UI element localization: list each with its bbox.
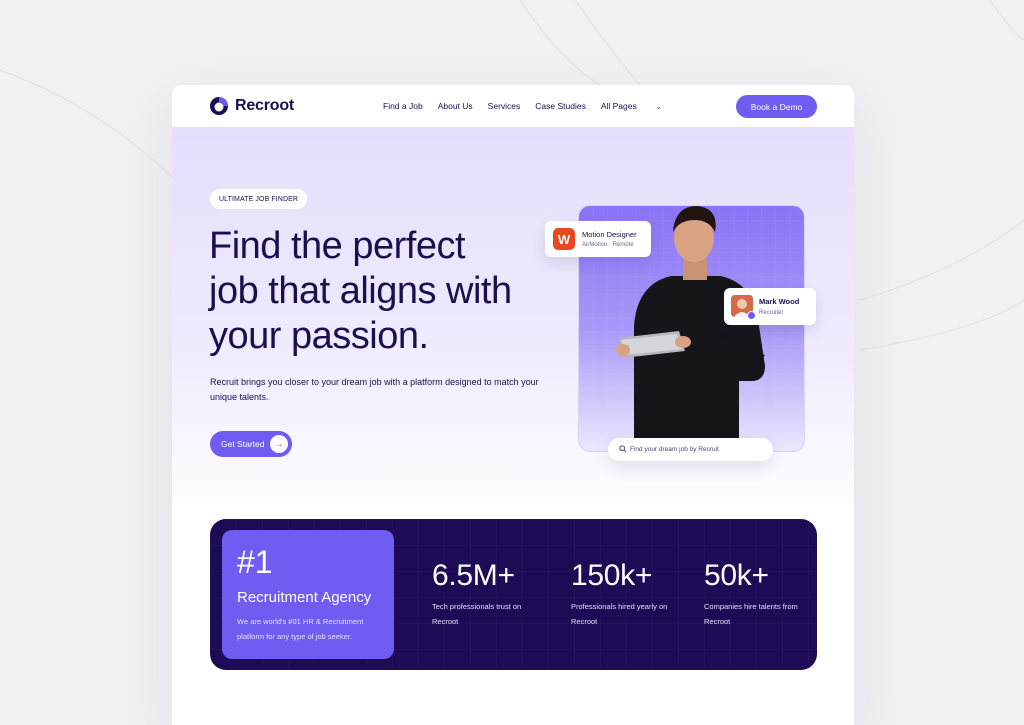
recruiter-name: Mark Wood (759, 297, 800, 306)
stat-label: Professionals hired yearly on Recroot (571, 602, 668, 626)
hero-headline: Find the perfect job that aligns with yo… (209, 224, 549, 359)
nav-all-pages-label: All Pages (600, 101, 637, 111)
recruiter-card[interactable]: Mark Wood Recruiter (724, 288, 816, 325)
nav-all-pages[interactable]: All Pages ⌄ (601, 101, 677, 111)
brand-name: Recroot (235, 97, 295, 114)
stat-value: 50k+ (704, 559, 769, 592)
job-title: Motion Designer (582, 230, 637, 239)
stat-label: Tech professionals trust on Recroot (432, 602, 522, 626)
airmotion-logo-icon: W (553, 228, 575, 250)
headline-line-1: Find the perfect (209, 225, 466, 267)
nav-about-us[interactable]: About Us (438, 101, 473, 111)
top-navigation: Recroot Find a Job About Us Services Cas… (172, 85, 854, 127)
chevron-down-icon: ⌄ (655, 104, 662, 111)
recroot-logo-icon (210, 97, 228, 115)
job-company: AirMotion (582, 242, 608, 248)
get-started-button[interactable]: Get Started → (210, 431, 292, 457)
job-card[interactable]: W Motion Designer AirMotion · Remote (545, 221, 651, 257)
nav-find-a-job[interactable]: Find a Job (383, 101, 423, 111)
hero-section: ULTIMATE JOB FINDER Find the perfect job… (172, 127, 854, 519)
stat-label: Companies hire talents from Recroot (704, 602, 798, 626)
stat-value: 150k+ (571, 559, 653, 592)
verified-badge-icon (747, 311, 756, 320)
get-started-label: Get Started (221, 439, 265, 449)
job-type: Remote (612, 242, 634, 248)
headline-line-3: your passion. (209, 315, 429, 357)
job-search-input[interactable]: Find your dream job by Recruit (608, 438, 773, 461)
hero-tag: ULTIMATE JOB FINDER (210, 189, 308, 209)
feature-title: Recruitment Agency (237, 589, 372, 606)
stats-banner: #1 Recruitment Agency We are world's #01… (210, 519, 817, 670)
search-placeholder: Find your dream job by Recruit (630, 446, 719, 453)
landing-page: Recroot Find a Job About Us Services Cas… (172, 85, 854, 725)
feature-rank: #1 (237, 544, 273, 580)
stat-professionals-hired: 150k+ Professionals hired yearly on Recr… (571, 559, 681, 629)
hero-subtext: Recruit brings you closer to your dream … (210, 377, 539, 402)
nav-case-studies[interactable]: Case Studies (535, 101, 586, 111)
stat-value: 6.5M+ (432, 559, 515, 592)
nav-services[interactable]: Services (488, 101, 521, 111)
stat-companies-hire: 50k+ Companies hire talents from Recroot (704, 559, 814, 629)
nav-links: Find a Job About Us Services Case Studie… (383, 101, 692, 111)
recruiter-role: Recruiter (759, 310, 784, 316)
search-icon (619, 445, 627, 453)
arrow-right-icon: → (270, 435, 288, 453)
stat-tech-professionals: 6.5M+ Tech professionals trust on Recroo… (432, 559, 542, 629)
headline-line-2: job that aligns with (209, 270, 512, 312)
feature-description: We are world's #01 HR & Recruitment plat… (237, 617, 364, 641)
job-meta: AirMotion · Remote (582, 242, 634, 248)
book-demo-button[interactable]: Book a Demo (736, 95, 817, 118)
brand-logo[interactable]: Recroot (209, 96, 294, 116)
feature-card: #1 Recruitment Agency We are world's #01… (222, 530, 394, 659)
